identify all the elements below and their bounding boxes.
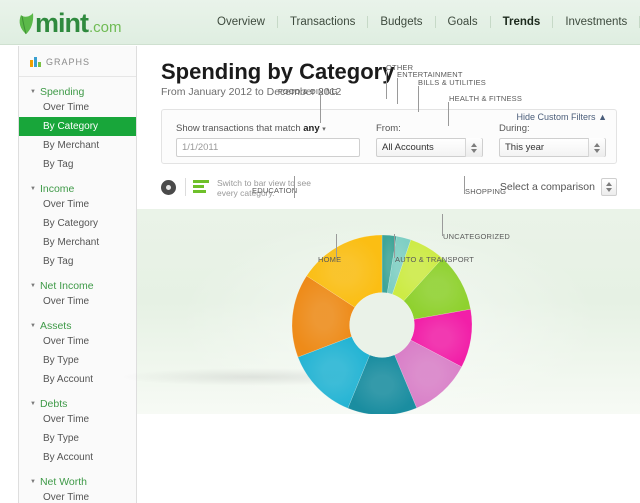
sidebar-group-header-net-worth[interactable]: ▼ Net Worth: [19, 476, 136, 488]
hide-custom-filters-label: Hide Custom Filters: [516, 112, 596, 122]
sidebar-item-income-by-merchant[interactable]: By Merchant: [19, 233, 136, 252]
chevron-up-icon: ▲: [598, 112, 607, 122]
sidebar-item-spending-by-merchant[interactable]: By Merchant: [19, 136, 136, 155]
sidebar-group-income: ▼ Income Over Time By Category By Mercha…: [19, 183, 136, 271]
mint-trends-page: mint .com Overview Transactions Budgets …: [0, 0, 640, 503]
sidebar-group-title: Assets: [39, 320, 72, 332]
page-title: Spending by Category: [161, 59, 395, 84]
stepper-arrows-icon: [588, 138, 605, 157]
sidebar-group-title: Net Income: [39, 280, 94, 292]
sidebar: GRAPHS ▼ Spending Over Time By Category …: [18, 46, 137, 503]
sidebar-item-spending-by-category[interactable]: By Category: [19, 117, 136, 136]
chart-toolbar: Switch to bar view to see every category…: [161, 174, 617, 202]
nav-overview[interactable]: Overview: [205, 16, 278, 28]
bar-view-hint: Switch to bar view to see every category…: [217, 178, 312, 198]
account-select-value: All Accounts: [382, 142, 434, 153]
sidebar-group-header-assets[interactable]: ▼ Assets: [19, 320, 136, 332]
donut-hole: [349, 292, 415, 358]
sidebar-item-net-worth-over-time[interactable]: Over Time: [19, 488, 136, 503]
sidebar-group-spending: ▼ Spending Over Time By Category By Merc…: [19, 86, 136, 174]
logo-wordmark: mint: [35, 8, 89, 38]
pie-chart-svg: [291, 234, 473, 414]
nav-budgets[interactable]: Budgets: [368, 16, 436, 28]
mint-logo[interactable]: mint .com: [18, 8, 122, 39]
sidebar-item-debts-over-time[interactable]: Over Time: [19, 410, 136, 429]
account-select[interactable]: All Accounts: [376, 138, 483, 157]
sidebar-item-debts-by-type[interactable]: By Type: [19, 429, 136, 448]
sidebar-group-header-income[interactable]: ▼ Income: [19, 183, 136, 195]
sidebar-group-header-spending[interactable]: ▼ Spending: [19, 86, 136, 98]
sidebar-item-spending-over-time[interactable]: Over Time: [19, 98, 136, 117]
bar-view-icon[interactable]: [193, 180, 209, 194]
custom-filters-panel: Hide Custom Filters ▲ Show transactions …: [161, 109, 617, 164]
filter-row: Show transactions that match any ▾ 1/1/2…: [176, 123, 606, 157]
sidebar-item-assets-over-time[interactable]: Over Time: [19, 332, 136, 351]
chevron-down-icon: ▼: [30, 479, 36, 485]
from-label: From:: [376, 123, 401, 134]
comparison-label: Select a comparison: [499, 181, 595, 193]
sidebar-item-net-income-over-time[interactable]: Over Time: [19, 292, 136, 311]
chevron-down-icon: ▼: [30, 283, 36, 289]
chevron-down-icon[interactable]: ▾: [322, 126, 326, 133]
comparison-control[interactable]: Select a comparison: [500, 178, 617, 196]
top-bar: mint .com Overview Transactions Budgets …: [0, 0, 640, 45]
match-label-text: Show transactions that match: [176, 123, 301, 134]
sidebar-group-net-income: ▼ Net Income Over Time: [19, 280, 136, 311]
chevron-down-icon: ▼: [30, 401, 36, 407]
pie-chart: [137, 209, 640, 414]
main-nav: Overview Transactions Budgets Goals Tren…: [205, 16, 640, 28]
sidebar-item-income-by-tag[interactable]: By Tag: [19, 252, 136, 271]
donut-chart-icon[interactable]: [161, 180, 176, 195]
sidebar-group-header-debts[interactable]: ▼ Debts: [19, 398, 136, 410]
stepper-arrows-icon: [465, 138, 482, 157]
page-subtitle: From January 2012 to December 2012: [161, 86, 342, 98]
sidebar-group-title: Debts: [39, 398, 68, 410]
during-label: During:: [499, 123, 530, 134]
nav-trends[interactable]: Trends: [491, 16, 554, 28]
sidebar-header-label: GRAPHS: [46, 57, 91, 67]
period-select[interactable]: This year: [499, 138, 606, 157]
during-field-group: During: This year: [499, 123, 606, 157]
leaf-icon: [18, 13, 34, 35]
search-input[interactable]: 1/1/2011: [176, 138, 360, 157]
sidebar-group-title: Income: [39, 183, 75, 195]
bar-chart-icon: [30, 57, 41, 67]
chevron-down-icon: ▼: [30, 89, 36, 95]
sidebar-group-title: Net Worth: [39, 476, 88, 488]
nav-transactions[interactable]: Transactions: [278, 16, 369, 28]
sidebar-item-income-over-time[interactable]: Over Time: [19, 195, 136, 214]
nav-investments[interactable]: Investments: [553, 16, 640, 28]
from-field-group: From: All Accounts: [376, 123, 483, 157]
sidebar-item-debts-by-account[interactable]: By Account: [19, 448, 136, 467]
logo-tld: .com: [89, 19, 122, 36]
match-value[interactable]: any: [303, 123, 319, 134]
toolbar-divider: [185, 178, 186, 196]
period-select-value: This year: [505, 142, 545, 153]
sidebar-header: GRAPHS: [19, 46, 136, 77]
sidebar-group-title: Spending: [39, 86, 85, 98]
sidebar-item-income-by-category[interactable]: By Category: [19, 214, 136, 233]
sidebar-group-debts: ▼ Debts Over Time By Type By Account: [19, 398, 136, 467]
hide-custom-filters-link[interactable]: Hide Custom Filters ▲: [517, 112, 607, 122]
match-label: Show transactions that match any ▾: [176, 123, 360, 134]
sidebar-group-header-net-income[interactable]: ▼ Net Income: [19, 280, 136, 292]
chevron-down-icon: ▼: [30, 186, 36, 192]
comparison-stepper[interactable]: [601, 178, 617, 196]
chevron-down-icon: ▼: [30, 323, 36, 329]
match-field-group: Show transactions that match any ▾ 1/1/2…: [176, 123, 360, 157]
sidebar-group-net-worth: ▼ Net Worth Over Time: [19, 476, 136, 503]
nav-goals[interactable]: Goals: [436, 16, 491, 28]
sidebar-item-spending-by-tag[interactable]: By Tag: [19, 155, 136, 174]
